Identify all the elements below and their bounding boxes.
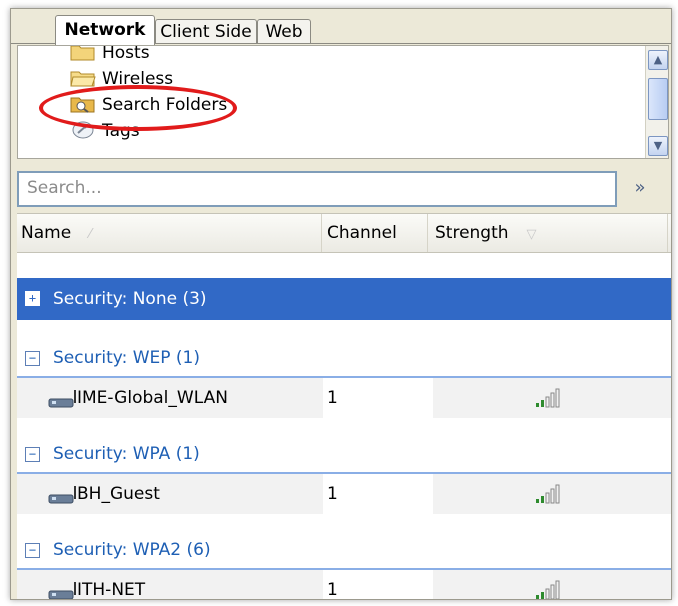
search-input[interactable] <box>19 173 615 203</box>
cell-name: BH_Guest <box>17 474 323 514</box>
group-row-security-wpa[interactable]: − Security: WPA (1) <box>17 434 671 474</box>
network-name: IME-Global_WLAN <box>77 388 228 408</box>
cell-strength <box>433 570 671 599</box>
sort-asc-icon: ⁄ <box>89 227 92 242</box>
cell-name: ITH-NET <box>17 570 323 600</box>
column-label: Channel <box>327 223 397 243</box>
search-box <box>17 171 617 207</box>
double-chevron-down-icon[interactable]: » <box>627 175 653 201</box>
group-row-security-none[interactable]: + Security: None (3) <box>17 278 671 320</box>
highlight-circle <box>39 85 237 131</box>
column-label: Name <box>21 223 72 243</box>
group-label: Security: None (3) <box>53 289 207 309</box>
cell-name: IME-Global_WLAN <box>17 378 323 418</box>
signal-strength-icon <box>536 580 560 599</box>
signal-strength-icon <box>536 484 560 504</box>
tree-scrollbar[interactable]: ▲ ▼ <box>645 46 668 158</box>
group-row-security-wpa2[interactable]: − Security: WPA2 (6) <box>17 530 671 570</box>
filter-icon: ▽ <box>526 227 537 242</box>
group-label: Security: WPA (1) <box>53 444 200 464</box>
folder-icon <box>70 46 95 61</box>
cell-channel: 1 <box>327 388 338 408</box>
tree-item-label: Hosts <box>102 45 150 63</box>
grid-header: Name ⁄ Channel Strength ▽ <box>17 214 671 253</box>
cell-channel: 1 <box>327 580 338 600</box>
network-panel: Network Client Side Web Hosts Wireless S <box>10 8 672 600</box>
scroll-down-button[interactable]: ▼ <box>648 136 668 156</box>
signal-strength-icon <box>536 388 560 408</box>
column-header-name[interactable]: Name ⁄ <box>17 214 322 252</box>
tab-network[interactable]: Network <box>55 15 155 45</box>
cell-strength <box>433 378 671 418</box>
tab-client-side[interactable]: Client Side <box>155 19 257 44</box>
tree-item-hosts[interactable]: Hosts <box>70 45 150 66</box>
group-row-security-wep[interactable]: − Security: WEP (1) <box>17 338 671 378</box>
column-header-channel[interactable]: Channel <box>323 214 428 252</box>
tab-web[interactable]: Web <box>257 19 311 44</box>
column-label: Strength <box>435 223 509 243</box>
wireless-network-icon <box>48 390 76 408</box>
collapse-icon[interactable]: − <box>25 351 40 366</box>
cell-channel: 1 <box>327 484 338 504</box>
table-row[interactable]: IME-Global_WLAN 1 <box>17 378 671 418</box>
network-grid: Name ⁄ Channel Strength ▽ + Security: None… <box>17 213 671 600</box>
folder-open-icon <box>70 71 96 87</box>
column-header-strength[interactable]: Strength ▽ <box>431 214 668 252</box>
group-label: Security: WPA2 (6) <box>53 540 211 560</box>
table-row[interactable]: ITH-NET 1 <box>17 570 671 600</box>
expand-icon[interactable]: + <box>25 291 40 306</box>
cell-strength <box>433 474 671 514</box>
wireless-network-icon <box>48 582 76 599</box>
collapse-icon[interactable]: − <box>25 447 40 462</box>
group-label: Security: WEP (1) <box>53 348 200 368</box>
scroll-up-button[interactable]: ▲ <box>648 50 668 70</box>
wireless-network-icon <box>48 486 76 504</box>
table-row[interactable]: BH_Guest 1 <box>17 474 671 514</box>
collapse-icon[interactable]: − <box>25 543 40 558</box>
scroll-thumb[interactable] <box>648 78 668 120</box>
network-name: ITH-NET <box>77 580 146 600</box>
network-name: BH_Guest <box>77 484 160 504</box>
